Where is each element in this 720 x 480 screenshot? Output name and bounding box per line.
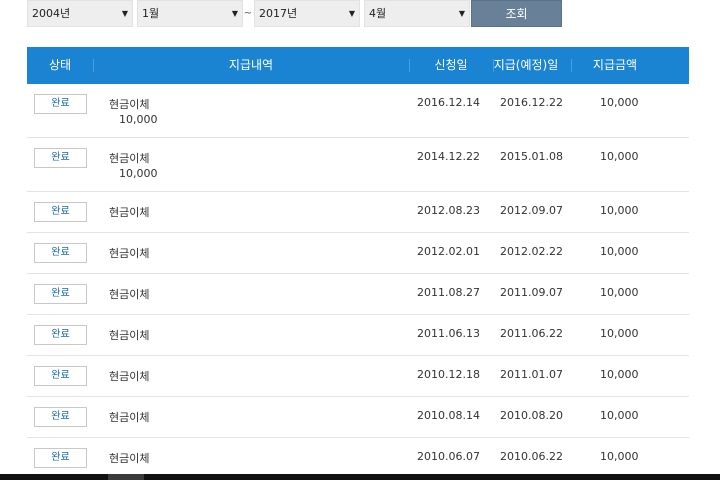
end-month-select[interactable]: 4월 ▼ [364,0,470,27]
apply-date: 2010.08.14 [417,409,480,422]
payment-description: 현금이체 [109,370,150,383]
pay-date: 2010.06.22 [500,450,563,463]
status-badge: 완료 [34,325,87,345]
table-row: 완료 현금이체 2011.06.13 2011.06.22 10,000 [27,315,689,356]
header-divider [571,59,572,72]
table-row: 완료 현금이체 10,000 2014.12.22 2015.01.08 10,… [27,138,689,192]
payment-amount: 10,000 [600,204,639,217]
payment-description: 현금이체 [109,247,150,260]
pay-date: 2011.09.07 [500,286,563,299]
dropdown-arrow-icon: ▼ [348,9,355,18]
apply-date: 2016.12.14 [417,96,480,109]
status-badge: 완료 [34,284,87,304]
apply-date: 2012.02.01 [417,245,480,258]
payment-description: 현금이체 [109,452,150,465]
header-apply-date: 신청일 [434,58,468,72]
start-year-value: 2004년 [32,7,71,20]
table-row: 완료 현금이체 2010.06.07 2010.06.22 10,000 [27,438,689,479]
end-year-value: 2017년 [259,7,298,20]
apply-date: 2011.08.27 [417,286,480,299]
header-pay-date: 지급(예정)일 [493,58,559,72]
payment-description: 현금이체 [109,152,150,165]
payment-amount: 10,000 [600,286,639,299]
range-separator: ~ [243,8,253,19]
payment-description: 현금이체 [109,329,150,342]
payment-description: 현금이체 [109,206,150,219]
apply-date: 2010.12.18 [417,368,480,381]
payment-description: 현금이체 [109,98,150,111]
status-badge: 완료 [34,94,87,114]
header-description: 지급내역 [228,58,274,72]
pay-date: 2010.08.20 [500,409,563,422]
dropdown-arrow-icon: ▼ [458,9,465,18]
table-row: 완료 현금이체 2011.08.27 2011.09.07 10,000 [27,274,689,315]
start-month-value: 1월 [142,7,160,20]
description-amount: 10,000 [119,113,158,126]
payment-amount: 10,000 [600,409,639,422]
header-status: 상태 [48,58,72,72]
payment-description: 현금이체 [109,288,150,301]
payment-amount: 10,000 [600,450,639,463]
search-button[interactable]: 조회 [471,0,562,27]
table-row: 완료 현금이체 2010.12.18 2011.01.07 10,000 [27,356,689,397]
status-badge: 완료 [34,243,87,263]
pay-date: 2011.06.22 [500,327,563,340]
taskbar-segment [108,474,144,480]
payment-amount: 10,000 [600,368,639,381]
pay-date: 2012.09.07 [500,204,563,217]
pay-date: 2011.01.07 [500,368,563,381]
payment-amount: 10,000 [600,96,639,109]
dropdown-arrow-icon: ▼ [231,9,238,18]
payment-amount: 10,000 [600,245,639,258]
apply-date: 2012.08.23 [417,204,480,217]
status-badge: 완료 [34,448,87,468]
apply-date: 2014.12.22 [417,150,480,163]
description-amount: 10,000 [119,167,158,180]
table-body: 완료 현금이체 10,000 2016.12.14 2016.12.22 10,… [27,84,689,479]
status-badge: 완료 [34,366,87,386]
payment-amount: 10,000 [600,150,639,163]
start-year-select[interactable]: 2004년 ▼ [27,0,133,27]
status-badge: 완료 [34,202,87,222]
table-row: 완료 현금이체 2012.08.23 2012.09.07 10,000 [27,192,689,233]
payment-amount: 10,000 [600,327,639,340]
start-month-select[interactable]: 1월 ▼ [137,0,243,27]
status-badge: 완료 [34,148,87,168]
dropdown-arrow-icon: ▼ [121,9,128,18]
pay-date: 2012.02.22 [500,245,563,258]
table-row: 완료 현금이체 2010.08.14 2010.08.20 10,000 [27,397,689,438]
pay-date: 2016.12.22 [500,96,563,109]
header-amount: 지급금액 [592,58,638,72]
table-header: 상태 지급내역 신청일 지급(예정)일 지급금액 [27,47,689,84]
status-badge: 완료 [34,407,87,427]
apply-date: 2011.06.13 [417,327,480,340]
end-year-select[interactable]: 2017년 ▼ [254,0,360,27]
payment-history-table: 상태 지급내역 신청일 지급(예정)일 지급금액 완료 현금이체 10,000 … [27,47,689,479]
table-row: 완료 현금이체 2012.02.01 2012.02.22 10,000 [27,233,689,274]
payment-description: 현금이체 [109,411,150,424]
apply-date: 2010.06.07 [417,450,480,463]
filter-bar: 2004년 ▼ 1월 ▼ ~ 2017년 ▼ 4월 ▼ 조회 [0,0,720,27]
end-month-value: 4월 [369,7,387,20]
pay-date: 2015.01.08 [500,150,563,163]
taskbar-strip [0,474,720,480]
table-row: 완료 현금이체 10,000 2016.12.14 2016.12.22 10,… [27,84,689,138]
